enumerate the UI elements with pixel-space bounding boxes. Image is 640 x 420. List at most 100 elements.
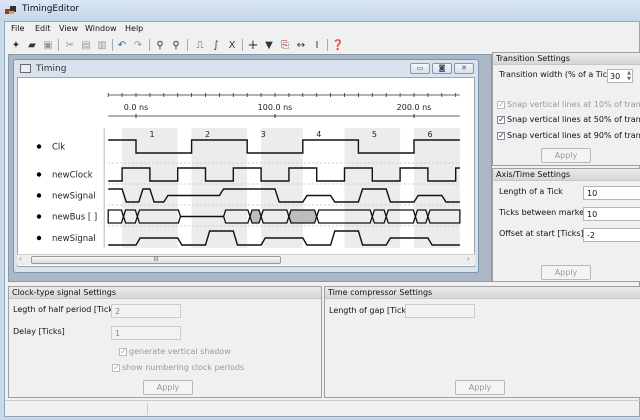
menu-help[interactable]: Help — [125, 24, 143, 33]
separator — [242, 39, 243, 51]
half-period-label: Legth of half period [Ticks] — [13, 305, 121, 314]
axis-apply-button[interactable]: Apply — [541, 265, 591, 280]
transition-settings-header: Transition Settings — [493, 53, 640, 65]
clock-apply-button[interactable]: Apply — [143, 380, 193, 395]
numbering-checkbox[interactable]: ✓ — [112, 364, 120, 372]
compressor-settings-panel: Time compressor Settings Length of gap [… — [324, 286, 640, 398]
open-icon[interactable]: ▰ — [25, 38, 39, 52]
signal-name: newSignal — [52, 192, 96, 202]
tick-length-label: Length of a Tick — [499, 187, 563, 196]
delay-input[interactable]: 1 — [111, 326, 181, 340]
add-icon[interactable]: + — [246, 38, 260, 53]
zoom-out-icon[interactable]: ⚲ — [153, 38, 167, 52]
signal-name: newClock — [52, 171, 93, 181]
numbering-label: show numbering clock periods — [122, 363, 245, 372]
clock-period-number: 1 — [149, 130, 154, 139]
title-bar: TimingEditor — [0, 0, 640, 21]
waveform-canvas[interactable]: 0.0 ns 100.0 ns 200.0 ns 1 2 3 4 5 6 Clk newClock n… — [18, 78, 474, 254]
snap-10-label: Snap vertical lines at 10% of transition — [507, 100, 640, 109]
text-cursor-icon[interactable]: I — [310, 38, 324, 52]
clock-period-number: 5 — [372, 130, 377, 139]
snap-90-checkbox[interactable]: ✓ — [497, 132, 505, 140]
clock-period-number: 2 — [205, 130, 210, 139]
restore-button[interactable]: ◙ — [432, 63, 452, 74]
status-bar — [5, 400, 640, 416]
spin-arrows-icon[interactable]: ▲ ▼ — [627, 70, 631, 82]
scroll-left-icon[interactable]: ‹ — [19, 255, 22, 263]
snap-50-label: Snap vertical lines at 50% of transition — [507, 115, 640, 124]
redo-icon[interactable]: ↷ — [131, 38, 145, 52]
bus-segment — [107, 209, 125, 224]
rising-edge-icon[interactable]: ⎍ — [193, 38, 207, 52]
main-window: File Edit View Window Help ✦ ▰ ▣ ✂ ▤ ▥ ↶… — [4, 21, 640, 417]
compressor-apply-button[interactable]: Apply — [455, 380, 505, 395]
separator — [58, 39, 59, 51]
offset-input[interactable]: -2 — [583, 228, 640, 242]
bus-segment — [288, 209, 318, 224]
delay-label: Delay [Ticks] — [13, 327, 65, 336]
transition-width-spinbox[interactable]: 30 ▲ ▼ — [607, 69, 633, 83]
transition-apply-button[interactable]: Apply — [541, 148, 591, 163]
paste-icon[interactable]: ▥ — [95, 38, 109, 52]
save-icon[interactable]: ▣ — [41, 38, 55, 52]
clock-period-number: 3 — [261, 130, 266, 139]
menu-view[interactable]: View — [59, 24, 78, 33]
axis-label: 0.0 ns — [124, 103, 149, 112]
minimize-button[interactable]: ▭ — [410, 63, 430, 74]
clock-settings-panel: Clock-type signal Settings Legth of half… — [8, 286, 322, 398]
separator — [327, 39, 328, 51]
bus-cross-icon[interactable]: Ⅹ — [225, 38, 239, 52]
menu-file[interactable]: File — [11, 24, 24, 33]
app-icon — [5, 6, 16, 14]
tick-length-input[interactable]: 10 — [583, 186, 640, 200]
signal-name: Clk — [52, 143, 65, 153]
clock-settings-header: Clock-type signal Settings — [9, 287, 321, 299]
scroll-thumb[interactable]: III — [31, 256, 281, 264]
timing-window: Timing ▭ ◙ ✕ 0.0 ns 100.0 ns 200.0 ns 1 2 3 4 5… — [13, 59, 479, 273]
status-divider — [147, 403, 148, 415]
axis-settings-panel: Axis/Time Settings Length of a Tick 10 T… — [492, 168, 640, 282]
separator — [149, 39, 150, 51]
marker-down-icon[interactable]: ▼ — [262, 38, 276, 52]
separator — [112, 39, 113, 51]
horizontal-scrollbar[interactable]: ‹ III › — [17, 254, 475, 265]
vertical-shadow — [122, 128, 178, 248]
axis-settings-header: Axis/Time Settings — [493, 169, 640, 181]
snap-90-label: Snap vertical lines at 90% of transition — [507, 131, 640, 140]
vertical-shadow-label: generate vertical shadow — [129, 347, 231, 356]
cut-icon[interactable]: ✂ — [63, 38, 77, 52]
undo-icon[interactable]: ↶ — [115, 38, 129, 52]
signal-bullet — [36, 193, 42, 198]
horizontal-arrows-icon[interactable]: ↔ — [294, 38, 308, 52]
vertical-shadow — [344, 128, 401, 248]
help-icon[interactable]: ❓ — [331, 38, 345, 52]
timing-window-icon — [20, 64, 31, 73]
bus-segment — [249, 209, 262, 224]
snap-50-checkbox[interactable]: ✓ — [497, 116, 505, 124]
scroll-right-icon[interactable]: › — [467, 255, 470, 263]
gap-length-label: Length of gap [Ticks] — [329, 306, 414, 315]
close-button[interactable]: ✕ — [454, 63, 474, 74]
ticks-between-markers-input[interactable]: 10 — [583, 207, 640, 221]
signal-bullet — [36, 235, 42, 241]
signal-bullet — [36, 144, 42, 149]
timing-diagram[interactable]: 0.0 ns 100.0 ns 200.0 ns 1 2 3 4 5 6 Clk newClock n… — [17, 77, 475, 267]
zoom-in-icon[interactable]: ⚲ — [169, 38, 183, 52]
half-period-input[interactable]: 2 — [111, 304, 181, 318]
vertical-shadow — [191, 128, 248, 248]
vertical-shadow-checkbox[interactable]: ✓ — [119, 348, 127, 356]
transition-width-label: Transition width (% of a Tick) — [499, 70, 615, 79]
menu-window[interactable]: Window — [85, 24, 117, 33]
transition-width-value: 30 — [610, 72, 621, 81]
offset-label: Offset at start [Ticks] — [499, 229, 584, 238]
signal-marker-icon[interactable]: ⎘ — [278, 38, 292, 52]
clock-period-number: 4 — [316, 130, 321, 139]
menu-edit[interactable]: Edit — [35, 24, 51, 33]
snap-10-checkbox[interactable]: ✓ — [497, 101, 505, 109]
gap-length-input[interactable] — [405, 304, 475, 318]
signal-bullet — [36, 172, 42, 177]
copy-icon[interactable]: ▤ — [79, 38, 93, 52]
new-icon[interactable]: ✦ — [9, 38, 23, 52]
slope-icon[interactable]: ∫ — [209, 38, 223, 52]
axis-label: 100.0 ns — [258, 103, 293, 112]
